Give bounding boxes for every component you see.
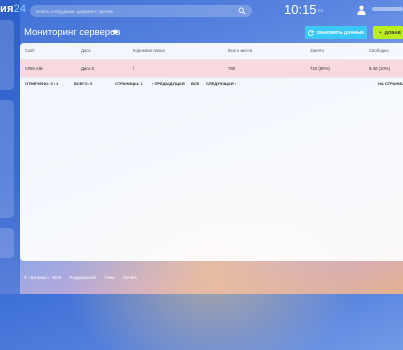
sidebar-card[interactable] <box>0 20 14 90</box>
selected-label: ОТМЕЧЕНО: <box>25 81 50 86</box>
page-footer: © «Битрикс», 2023 Поддержка24 Темы Печат… <box>24 275 137 280</box>
all-pages-link[interactable]: ВСЕ <box>191 78 199 90</box>
search-input[interactable] <box>30 8 236 14</box>
chevron-right-icon: › <box>234 81 237 86</box>
per-page-label[interactable]: НА СТРАНИЦ <box>378 78 403 90</box>
total-value: 0 <box>90 81 93 86</box>
add-button[interactable]: + ДОБАВ <box>373 26 403 39</box>
prev-page-link[interactable]: ‹ ПРЕДЫДУЩАЯ <box>152 78 185 90</box>
copyright: © «Битрикс», 2023 <box>24 275 62 280</box>
brand-number: 24 <box>13 3 27 15</box>
refresh-label: ОБНОВИТЬ ДАННЫЕ <box>316 30 365 35</box>
sidebar-card[interactable] <box>0 100 14 218</box>
column-header[interactable]: Сайт <box>25 43 35 59</box>
next-page-link[interactable]: СЛЕДУЮЩАЯ › <box>206 78 236 90</box>
next-label: СЛЕДУЮЩАЯ <box>206 81 234 86</box>
star-icon[interactable]: ★ <box>111 27 119 38</box>
column-header[interactable]: Занято <box>310 43 324 59</box>
search-icon[interactable] <box>238 7 246 15</box>
cell-used: 710 (90%) <box>310 66 330 71</box>
grid-header: Сайт Диск Корневая папка Всего места Зан… <box>20 43 403 60</box>
column-header[interactable]: Корневая папка <box>133 43 165 59</box>
table-row[interactable]: CRM Alle Диск S / 790 710 (90%) 9.40 (10… <box>20 60 403 77</box>
user-name[interactable] <box>372 7 403 11</box>
cell-site: CRM Alle <box>25 66 43 71</box>
add-label: ДОБАВ <box>384 30 401 35</box>
cell-root: / <box>133 66 135 71</box>
themes-link[interactable]: Темы <box>104 275 115 280</box>
sidebar-card[interactable] <box>0 228 14 258</box>
total-label: ВСЕГО: <box>74 81 89 86</box>
user-avatar-icon[interactable] <box>357 5 366 15</box>
column-header[interactable]: Диск <box>81 43 90 59</box>
cell-disk: Диск S <box>81 66 95 71</box>
left-sidebar <box>0 0 20 294</box>
cell-free: 9.40 (10%) <box>369 66 391 71</box>
column-header[interactable]: Всего места <box>228 43 252 59</box>
servers-grid: Сайт Диск Корневая папка Всего места Зан… <box>20 43 403 77</box>
brand-logo[interactable]: ия24 <box>0 3 26 15</box>
plus-icon: + <box>379 30 382 35</box>
page-title: Мониторинг серверов <box>24 27 121 38</box>
pages-value: 1 <box>140 81 143 86</box>
refresh-icon <box>307 29 314 36</box>
cell-total: 790 <box>228 66 236 71</box>
selected-value: 0 / 1 <box>50 81 59 86</box>
clock-time[interactable]: 10:15 <box>284 2 317 17</box>
brand-name: ия <box>0 3 14 15</box>
pages-label: СТРАНИЦЫ: <box>115 81 140 86</box>
search-bar[interactable] <box>30 5 252 17</box>
prev-label: ПРЕДЫДУЩАЯ <box>154 81 185 86</box>
support-link[interactable]: Поддержка24 <box>69 275 96 280</box>
print-link[interactable]: Печать <box>123 275 137 280</box>
main-panel: Сайт Диск Корневая папка Всего места Зан… <box>20 43 403 261</box>
grid-footer: ОТМЕЧЕНО: 0 / 1 ВСЕГО: 0 СТРАНИЦЫ: 1 ‹ П… <box>20 77 403 90</box>
clock-suffix: P4 <box>318 8 323 13</box>
column-header[interactable]: Свободно <box>369 43 389 59</box>
refresh-button[interactable]: ОБНОВИТЬ ДАННЫЕ <box>305 26 367 39</box>
